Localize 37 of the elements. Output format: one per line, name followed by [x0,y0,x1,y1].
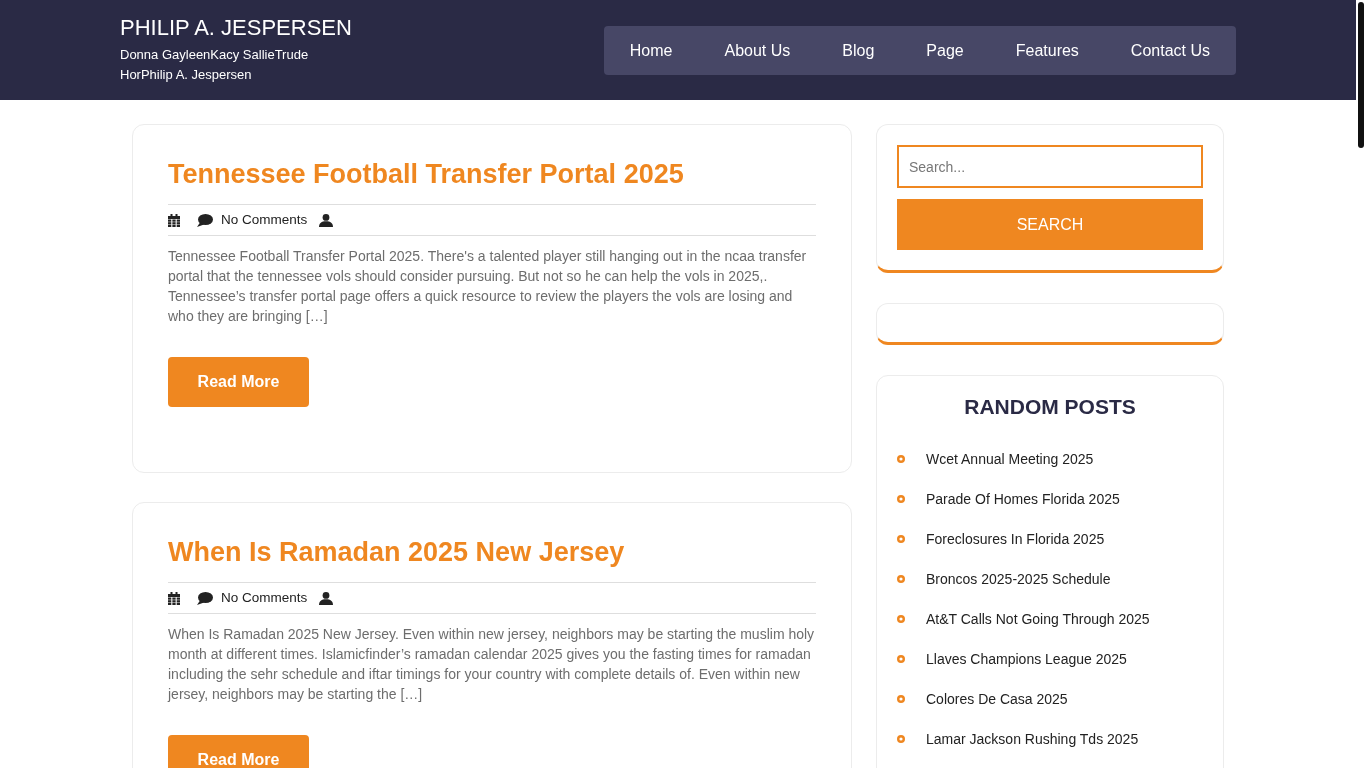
comment-icon [197,213,213,227]
random-post-link[interactable]: Broncos 2025-2025 Schedule [926,568,1111,590]
bullet-ring-icon [897,615,905,623]
search-field[interactable]: Search... [897,145,1203,188]
user-icon [319,213,334,227]
random-post-link[interactable]: Foreclosures In Florida 2025 [926,528,1105,550]
comments-link[interactable]: No Comments [221,587,308,609]
bullet-ring-icon [897,735,905,743]
comment-icon [197,591,213,605]
bullet-ring-icon [897,655,905,663]
nav-link[interactable]: Page [900,25,990,75]
bullet-ring-icon [897,455,905,463]
random-post-link[interactable]: At&T Calls Not Going Through 2025 [926,608,1150,630]
bullet-ring-icon [897,575,905,583]
nav-link[interactable]: Home [603,25,699,75]
bullet-ring-icon [897,535,905,543]
random-post-link[interactable]: Llaves Champions League 2025 [926,648,1127,670]
site-tagline: Donna GayleenKacy SallieTrude HorPhilip A. Jespersen [120,46,310,84]
bullet-ring-icon [897,495,905,503]
user-icon [319,591,334,605]
nav-link[interactable]: Contact Us [1104,25,1236,75]
widget-heading: RANDOM POSTS [963,394,1137,420]
random-post-link[interactable]: Colores De Casa 2025 [926,688,1068,710]
site-title[interactable]: PHILIP A. JESPERSEN [120,15,352,41]
nav-link[interactable]: About Us [698,25,817,75]
calendar-icon [168,213,180,227]
scrollbar-thumb[interactable] [1358,2,1364,148]
comments-link[interactable]: No Comments [221,209,308,231]
post-excerpt: Tennessee Football Transfer Portal 2025. There's a talented player still hanging out in the ncaa transfer portal that the tennessee vols should consider pursuing. But not so he can help the vols in 2025,. Tennessee’s transfer portal page offers a quick resource to review the players the vols are losing and who they are bringing […] [168,247,808,326]
random-post-link[interactable]: Parade Of Homes Florida 2025 [926,488,1120,510]
post-excerpt: When Is Ramadan 2025 New Jersey. Even within new jersey, neighbors may be starting the muslim holy month at different times. Islamicfinder’s ramadan calendar 2025 gives you the fasting times for ramadan including the sehr schedule and iftar timings for your country with complete details of. Even within new jersey, neighbors may be starting the […] [168,625,816,704]
bullet-ring-icon [897,695,905,703]
nav-link[interactable]: Features [989,25,1105,75]
random-post-link[interactable]: Lamar Jackson Rushing Tds 2025 [926,728,1139,750]
calendar-icon [168,591,180,605]
random-post-link[interactable]: Wcet Annual Meeting 2025 [926,448,1094,470]
nav-link[interactable]: Blog [816,25,901,75]
